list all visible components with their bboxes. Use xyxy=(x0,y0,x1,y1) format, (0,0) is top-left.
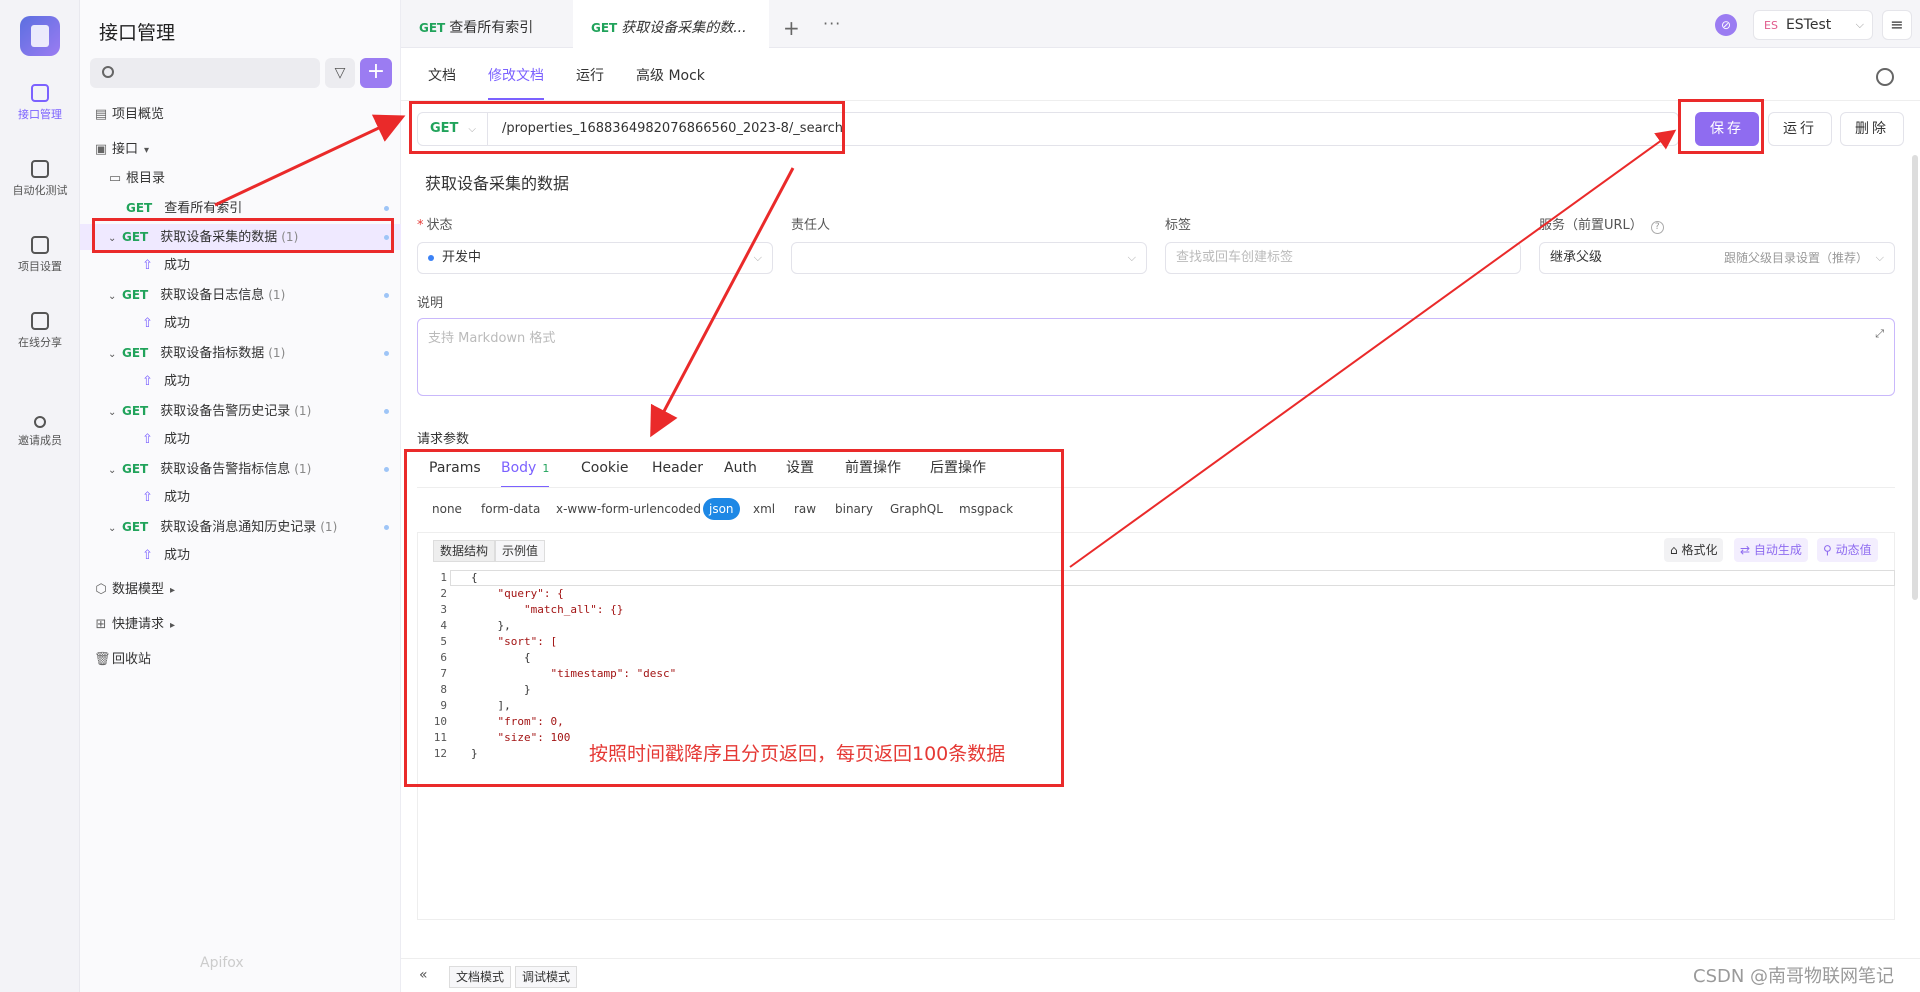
watermark: CSDN @南哥物联网笔记 xyxy=(1693,966,1895,987)
arrow-url-to-body xyxy=(650,167,795,438)
arrow-body-to-save xyxy=(1069,129,1677,568)
annotation-arrows xyxy=(214,114,1677,568)
arrow-tree-to-url xyxy=(214,114,406,207)
debug-mode-button[interactable]: 调试模式 xyxy=(515,966,578,988)
collapse-icon[interactable]: « xyxy=(419,967,428,983)
doc-mode-button[interactable]: 文档模式 xyxy=(449,966,512,988)
